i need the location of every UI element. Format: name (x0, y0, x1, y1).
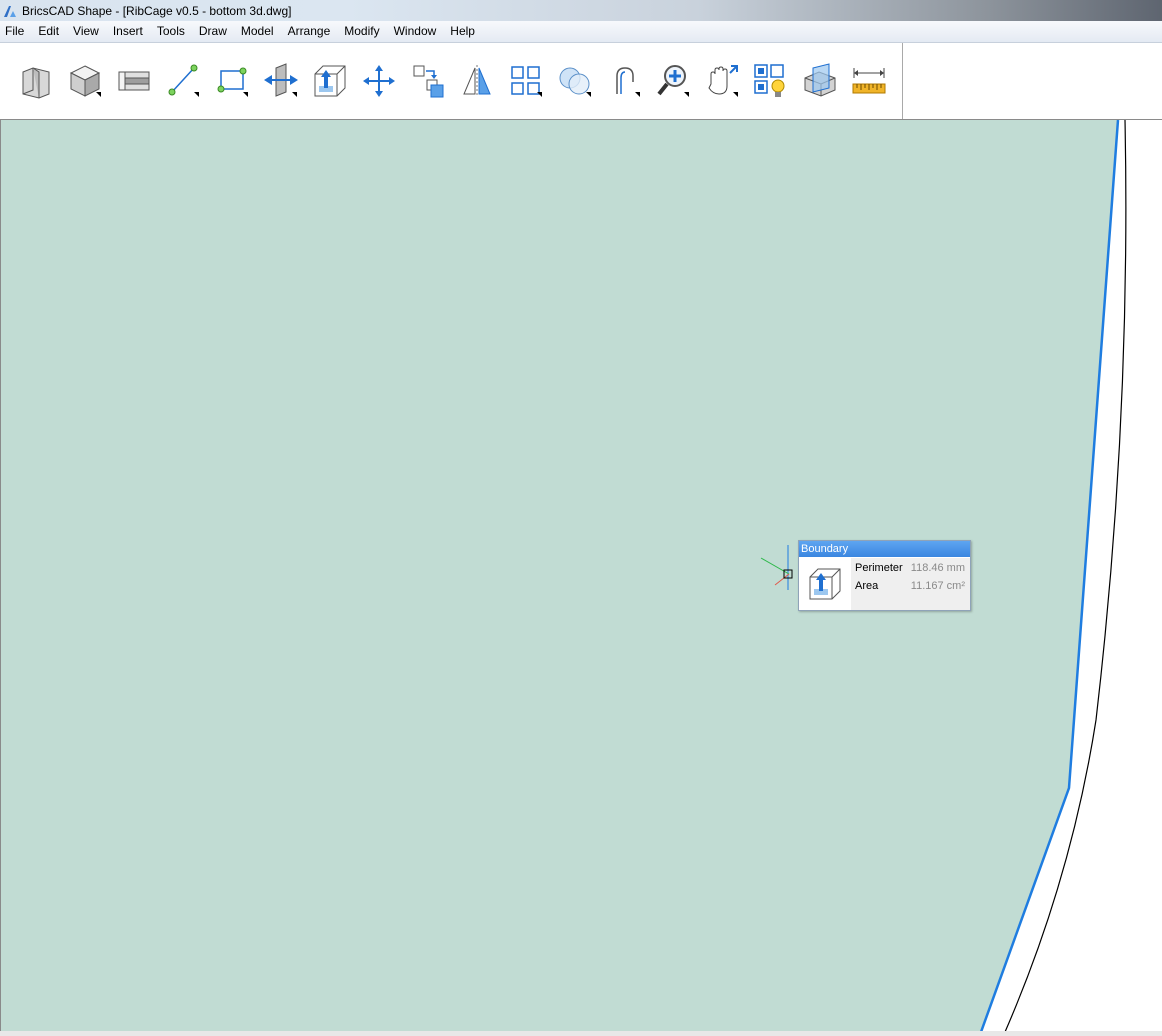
menu-edit[interactable]: Edit (31, 21, 66, 42)
viewport-scene (1, 120, 1127, 1032)
area-value: 11.167 cm² (910, 580, 965, 592)
model-viewport[interactable] (0, 119, 1162, 1032)
array-icon (511, 66, 542, 97)
fillet-icon (616, 67, 640, 97)
tooltip-body: Perimeter 118.46 mm Area 11.167 cm² (799, 558, 970, 610)
boolean-icon (559, 67, 591, 97)
measure-button[interactable] (849, 61, 889, 101)
menu-draw[interactable]: Draw (192, 21, 234, 42)
materials-button[interactable] (751, 61, 791, 101)
toolbar-empty-area (903, 43, 1162, 119)
window-title: BricsCAD Shape - [RibCage v0.5 - bottom … (22, 3, 292, 18)
boundary-tooltip: Boundary Perimeter 118.46 mm Area 11.167… (798, 540, 971, 611)
zoom-button[interactable] (653, 61, 693, 101)
menu-window[interactable]: Window (387, 21, 444, 42)
wall-tool-button[interactable] (16, 61, 56, 101)
menu-tools[interactable]: Tools (150, 21, 192, 42)
menu-help[interactable]: Help (443, 21, 482, 42)
extrude-box-icon (809, 568, 841, 600)
pan-button[interactable] (702, 61, 742, 101)
menu-insert[interactable]: Insert (106, 21, 150, 42)
area-label: Area (855, 580, 879, 592)
extrude-button[interactable] (310, 61, 350, 101)
menu-bar: File Edit View Insert Tools Draw Model A… (0, 21, 1162, 43)
perimeter-value: 118.46 mm (910, 562, 965, 574)
move-icon (363, 65, 395, 97)
mirror-button[interactable] (457, 61, 497, 101)
slab-tool-button[interactable] (114, 61, 154, 101)
copy-button[interactable] (408, 61, 448, 101)
slab-icon (118, 71, 150, 91)
array-button[interactable] (506, 61, 546, 101)
solid-box-icon (69, 65, 101, 97)
tooltip-title: Boundary (799, 541, 970, 557)
wall-icon (22, 67, 50, 99)
boolean-button[interactable] (555, 61, 595, 101)
push-pull-face-icon (264, 63, 298, 97)
title-bar: BricsCAD Shape - [RibCage v0.5 - bottom … (0, 0, 1162, 21)
materials-lights-icon (754, 64, 785, 97)
section-button[interactable] (800, 61, 840, 101)
line-tool-button[interactable] (163, 61, 203, 101)
copy-icon (413, 65, 444, 98)
zoom-icon (657, 65, 689, 97)
tooltip-values: Perimeter 118.46 mm Area 11.167 cm² (851, 558, 970, 610)
measure-ruler-icon (852, 68, 886, 94)
perimeter-label: Perimeter (855, 562, 903, 574)
tooltip-icon-container (799, 558, 851, 610)
menu-view[interactable]: View (66, 21, 106, 42)
box-tool-button[interactable] (65, 61, 105, 101)
extrude-box-icon (314, 65, 346, 97)
pan-icon (708, 65, 738, 97)
line-icon (168, 64, 199, 97)
mirror-icon (463, 65, 491, 97)
move-button[interactable] (359, 61, 399, 101)
push-pull-button[interactable] (261, 61, 301, 101)
menu-arrange[interactable]: Arrange (281, 21, 338, 42)
toolbar (0, 43, 903, 119)
rectangle-icon (217, 67, 248, 97)
section-icon (804, 63, 836, 97)
bricscad-logo-icon (4, 5, 16, 17)
menu-model[interactable]: Model (234, 21, 281, 42)
menu-modify[interactable]: Modify (337, 21, 386, 42)
menu-file[interactable]: File (0, 21, 31, 42)
fillet-button[interactable] (604, 61, 644, 101)
rectangle-tool-button[interactable] (212, 61, 252, 101)
bottom-border (0, 1031, 1162, 1036)
